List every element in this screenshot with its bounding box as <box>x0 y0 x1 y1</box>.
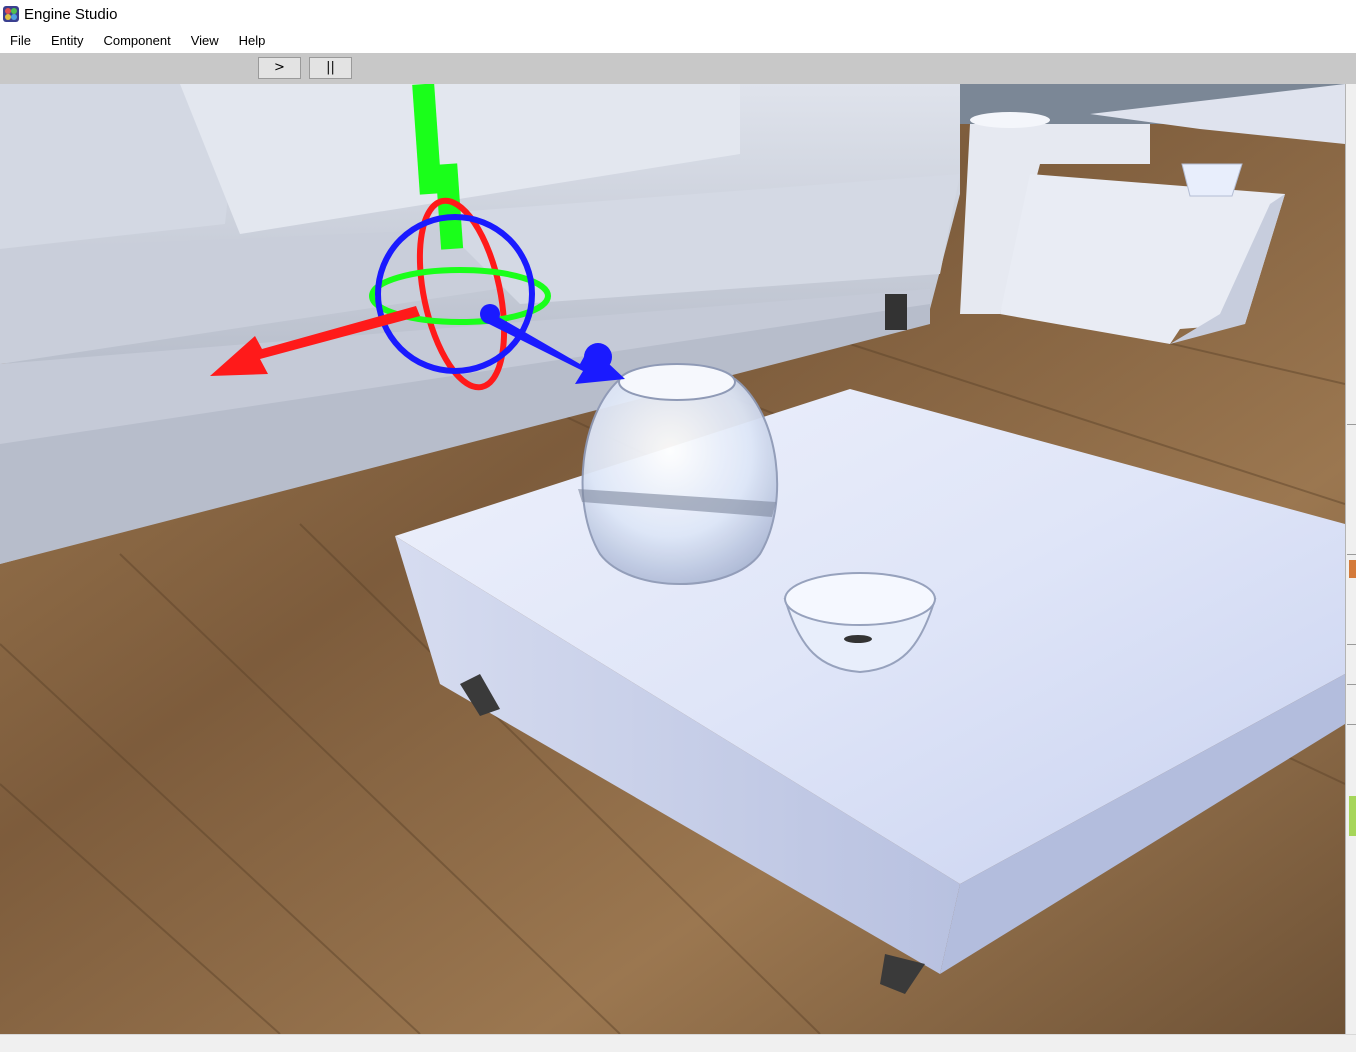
scene-viewport[interactable] <box>0 84 1345 1034</box>
menu-file[interactable]: File <box>0 33 41 48</box>
window-title: Engine Studio <box>24 5 118 23</box>
panel-divider <box>1347 724 1356 725</box>
scene-render <box>0 84 1345 1034</box>
panel-divider <box>1347 554 1356 555</box>
menu-help[interactable]: Help <box>229 33 276 48</box>
menu-bar: File Entity Component View Help <box>0 28 1356 53</box>
panel-accent <box>1349 560 1356 578</box>
panel-divider <box>1347 424 1356 425</box>
menu-entity[interactable]: Entity <box>41 33 94 48</box>
pause-button[interactable]: || <box>309 57 352 79</box>
play-button[interactable]: > <box>258 57 301 79</box>
toolbar: > || <box>0 53 1356 84</box>
panel-divider <box>1347 684 1356 685</box>
menu-view[interactable]: View <box>181 33 229 48</box>
app-icon <box>3 6 19 22</box>
menu-component[interactable]: Component <box>93 33 180 48</box>
panel-divider <box>1347 644 1356 645</box>
inspector-panel-edge[interactable] <box>1345 84 1356 1034</box>
panel-accent <box>1349 796 1356 836</box>
status-bar <box>0 1034 1356 1052</box>
title-bar: Engine Studio <box>0 0 1356 28</box>
